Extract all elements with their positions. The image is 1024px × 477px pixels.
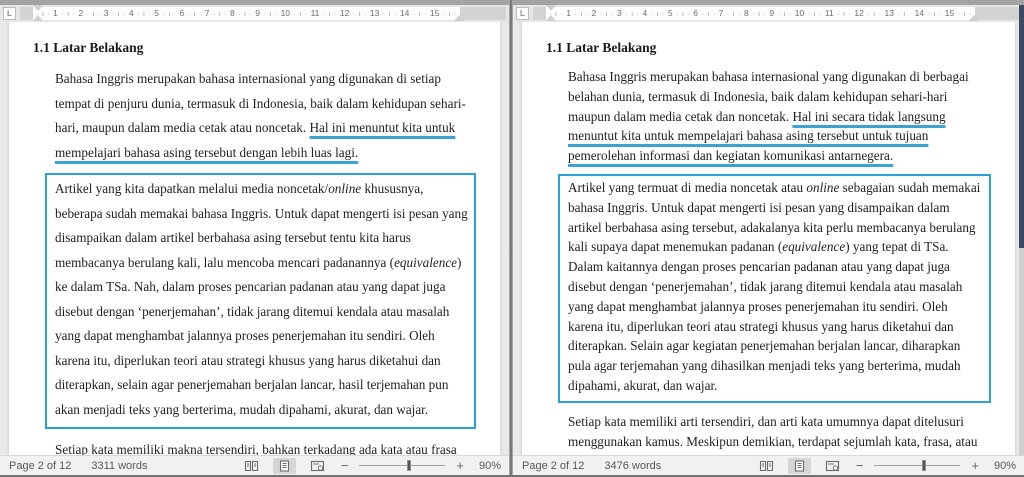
ruler-left-margin <box>20 7 33 20</box>
zoom-slider-thumb[interactable] <box>406 460 411 471</box>
word-count[interactable]: 3311 words <box>91 460 147 472</box>
italic-text: online <box>328 181 362 196</box>
boxed-paragraph: Artikel yang kita dapatkan melalui media… <box>45 173 476 429</box>
text-run: ) yang tepat di TSa. Dalam kaitannya den… <box>568 239 963 393</box>
zoom-slider[interactable] <box>359 460 446 471</box>
ruler[interactable]: · ı · 1 · ı · 2 · ı · 3 · ı · 4 · ı · 5 · ı · 6 · ı · 7 · ı · 8 · ı · 9 · ı · 1… <box>533 5 1021 21</box>
status-bar-right: Page 2 of 12 3476 words − + 90% <box>513 455 1024 475</box>
hanging-indent-marker[interactable] <box>33 15 43 21</box>
read-mode-icon <box>759 460 773 471</box>
word-side-by-side-windows: L · ı · 1 · ı · 2 · ı · 3 · ı · 4 · ı · 5 · ı · 6 · ı · 7 · ı · 8 · ı · 9 · ı… <box>0 0 1024 477</box>
word-window-left: L · ı · 1 · ı · 2 · ı · 3 · ı · 4 · ı · 5 · ı · 6 · ı · 7 · ı · 8 · ı · 9 · ı… <box>0 0 509 475</box>
zoom-out-button[interactable]: − <box>339 458 351 473</box>
italic-text: online <box>806 179 840 195</box>
web-layout-button[interactable] <box>820 458 845 474</box>
text-run: Setiap kata memiliki arti tersendiri, da… <box>568 413 987 455</box>
document-area: 1.1 Latar Belakang Bahasa Inggris merupa… <box>513 22 1024 455</box>
vertical-scrollbar[interactable] <box>1019 5 1024 455</box>
scrollbar-thumb[interactable] <box>1019 5 1024 248</box>
section-heading: 1.1 Latar Belakang <box>33 40 144 55</box>
status-bar-left: Page 2 of 12 3311 words − + 90% <box>0 455 509 475</box>
right-indent-marker[interactable] <box>969 15 979 21</box>
zoom-in-button[interactable]: + <box>454 458 466 473</box>
ruler[interactable]: · ı · 1 · ı · 2 · ı · 3 · ı · 4 · ı · 5 · ı · 6 · ı · 7 · ı · 8 · ı · 9 · ı · 1… <box>20 5 506 21</box>
print-layout-button[interactable] <box>272 457 296 474</box>
ruler-scale[interactable]: · ı · 1 · ı · 2 · ı · 3 · ı · 4 · ı · 5 · ı · 6 · ı · 7 · ı · 8 · ı · 9 · ı · 1… <box>546 7 975 20</box>
zoom-level[interactable]: 90% <box>475 460 501 472</box>
word-count[interactable]: 3476 words <box>604 460 661 472</box>
ruler-right-margin <box>975 7 1021 20</box>
read-mode-button[interactable] <box>754 458 779 474</box>
zoom-level[interactable]: 90% <box>990 460 1016 472</box>
ruler-left-margin <box>533 7 546 20</box>
text-run: Artikel yang kita dapatkan melalui media… <box>55 181 329 196</box>
paragraph-intro: Bahasa Inggris merupakan bahasa internas… <box>568 67 987 166</box>
ruler-right-margin <box>460 7 506 20</box>
document-area: 1.1 Latar Belakang Bahasa Inggris merupa… <box>0 22 509 455</box>
read-mode-button[interactable] <box>239 458 264 474</box>
first-line-indent-marker[interactable] <box>33 5 43 11</box>
zoom-slider-thumb[interactable] <box>921 460 926 471</box>
document-page[interactable]: 1.1 Latar Belakang Bahasa Inggris merupa… <box>522 22 1015 455</box>
web-layout-icon <box>825 460 839 471</box>
zoom-in-button[interactable]: + <box>969 458 981 473</box>
web-layout-icon <box>310 460 324 471</box>
print-layout-button[interactable] <box>787 457 811 474</box>
tab-stop-selector[interactable]: L <box>516 7 529 20</box>
page-indicator[interactable]: Page 2 of 12 <box>522 460 584 472</box>
print-layout-icon <box>279 459 289 472</box>
paragraph-intro: Bahasa Inggris merupakan bahasa internas… <box>55 67 472 165</box>
ruler-scale[interactable]: · ı · 1 · ı · 2 · ı · 3 · ı · 4 · ı · 5 · ı · 6 · ı · 7 · ı · 8 · ı · 9 · ı · 1… <box>33 7 460 20</box>
read-mode-icon <box>244 460 258 471</box>
horizontal-ruler-left: L · ı · 1 · ı · 2 · ı · 3 · ı · 4 · ı · 5 · ı · 6 · ı · 7 · ı · 8 · ı · 9 · ı… <box>0 5 509 22</box>
tab-stop-selector[interactable]: L <box>3 7 16 20</box>
hanging-indent-marker[interactable] <box>546 15 556 21</box>
paragraph-equivalence: Setiap kata memiliki arti tersendiri, da… <box>568 412 987 455</box>
text-run: Artikel yang termuat di media noncetak a… <box>568 179 807 195</box>
print-layout-icon <box>794 459 804 472</box>
paragraph-equivalence: Setiap kata memiliki makna tersendiri, b… <box>55 438 472 455</box>
first-line-indent-marker[interactable] <box>546 5 556 11</box>
italic-text: equivalence <box>394 254 458 270</box>
section-heading: 1.1 Latar Belakang <box>546 40 657 55</box>
document-page[interactable]: 1.1 Latar Belakang Bahasa Inggris merupa… <box>9 22 500 455</box>
zoom-out-button[interactable]: − <box>854 458 866 473</box>
boxed-paragraph: Artikel yang termuat di media noncetak a… <box>558 173 991 403</box>
page-indicator[interactable]: Page 2 of 12 <box>9 460 71 472</box>
text-run: ) ke dalam TSa. Nah, dalam proses pencar… <box>55 254 462 417</box>
italic-text: equivalence <box>782 239 846 255</box>
zoom-slider[interactable] <box>874 460 961 471</box>
right-indent-marker[interactable] <box>454 15 464 21</box>
text-run: Setiap kata memiliki makna tersendiri, b… <box>55 442 457 455</box>
web-layout-button[interactable] <box>305 458 330 474</box>
word-window-right: L · ı · 1 · ı · 2 · ı · 3 · ı · 4 · ı · 5 · ı · 6 · ı · 7 · ı · 8 · ı · 9 · ı… <box>513 0 1024 475</box>
horizontal-ruler-right: L · ı · 1 · ı · 2 · ı · 3 · ı · 4 · ı · 5 · ı · 6 · ı · 7 · ı · 8 · ı · 9 · ı… <box>513 5 1024 22</box>
